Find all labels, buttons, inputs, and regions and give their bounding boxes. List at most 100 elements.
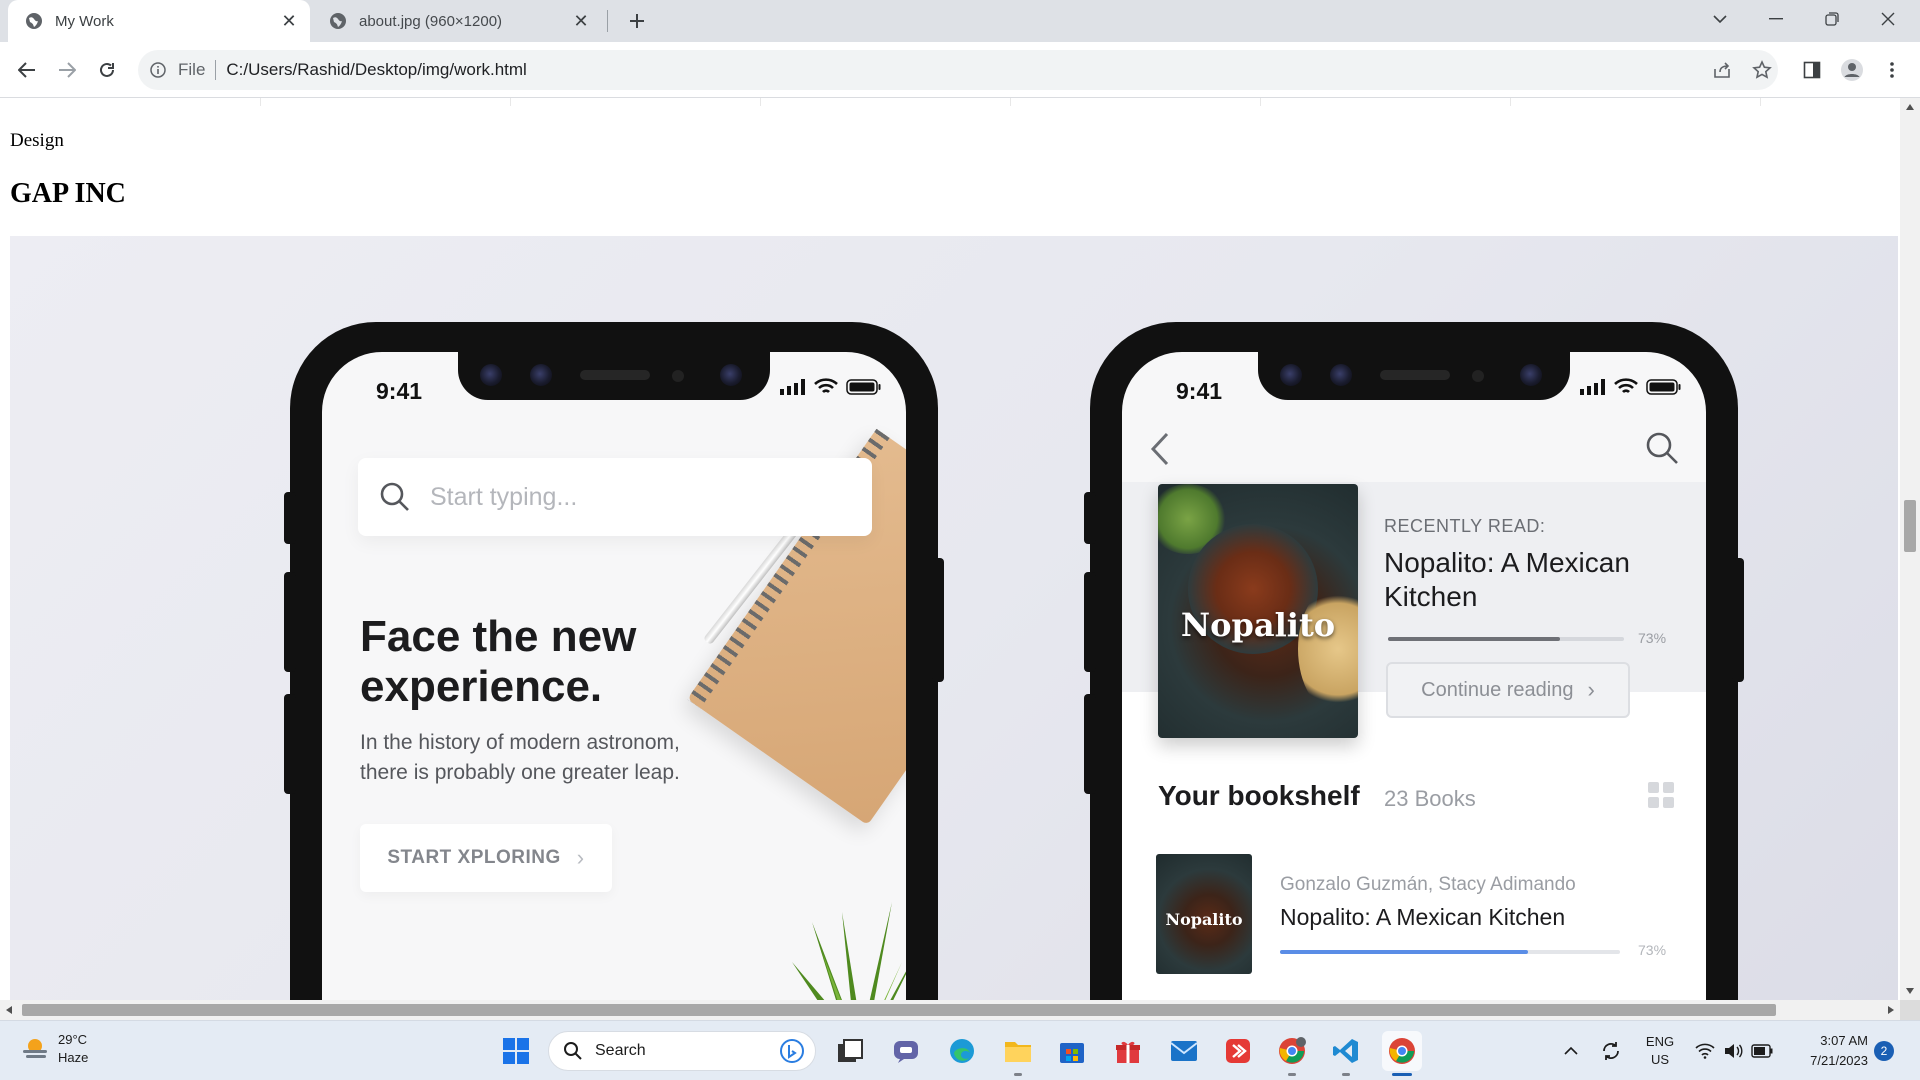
reload-icon[interactable] [91, 54, 123, 86]
page-viewport: Design GAP INC 9:41 Start typing... Face… [0, 98, 1900, 1000]
new-tab-icon[interactable] [622, 6, 652, 36]
search-icon[interactable] [1644, 430, 1680, 466]
kebab-menu-icon[interactable] [1876, 54, 1908, 86]
mail-icon[interactable] [1164, 1031, 1204, 1071]
tab-title: My Work [55, 12, 114, 30]
phone-notch [1258, 352, 1570, 400]
language-code: ENG [1645, 1034, 1675, 1049]
quick-settings[interactable] [1692, 1031, 1776, 1071]
weather-temp: 29°C [58, 1032, 88, 1047]
search-placeholder: Start typing... [430, 482, 578, 511]
reading-progress-bar [1388, 637, 1624, 641]
sync-icon[interactable] [1596, 1031, 1626, 1071]
recently-read-label: RECENTLY READ: [1384, 516, 1546, 536]
horizontal-scrollbar[interactable] [0, 1000, 1900, 1020]
profile-avatar-icon[interactable] [1836, 54, 1868, 86]
status-icons [780, 378, 882, 396]
vertical-scroll-thumb[interactable] [1904, 500, 1916, 552]
book-author: Gonzalo Guzmán, Stacy Adimando [1280, 874, 1576, 895]
wifi-icon [1695, 1043, 1715, 1059]
close-window-icon[interactable] [1860, 0, 1916, 38]
tab-about-jpg[interactable]: about.jpg (960×1200) ✕ [312, 0, 602, 42]
tab-close-icon[interactable]: ✕ [278, 10, 300, 32]
chevron-right-icon: › [1587, 677, 1595, 702]
horizontal-scroll-thumb[interactable] [22, 1004, 1776, 1016]
url-text[interactable]: C:/Users/Rashid/Desktop/img/work.html [226, 60, 526, 80]
search-field[interactable]: Start typing... [358, 458, 872, 536]
file-explorer-icon[interactable] [998, 1031, 1038, 1071]
tab-my-work[interactable]: My Work ✕ [8, 0, 310, 42]
scroll-down-arrow-icon[interactable] [1900, 982, 1920, 1000]
edge-browser-icon[interactable] [942, 1031, 982, 1071]
browser-toolbar: File C:/Users/Rashid/Desktop/img/work.ht… [0, 42, 1920, 98]
weather-widget[interactable]: 29°C Haze [20, 1031, 88, 1067]
battery-charging-icon [1751, 1044, 1773, 1058]
reading-progress-label: 73% [1638, 630, 1667, 646]
project-category: Design [10, 130, 64, 151]
scroll-left-arrow-icon[interactable] [0, 1000, 18, 1020]
bing-chat-icon[interactable] [779, 1038, 805, 1064]
status-time: 9:41 [1176, 378, 1223, 404]
onboarding-headline: Face the new experience. [360, 612, 637, 711]
volume-icon [1725, 1044, 1743, 1058]
chrome-profile-icon[interactable] [1272, 1031, 1312, 1071]
vscode-icon[interactable] [1326, 1031, 1366, 1071]
taskbar-search[interactable]: Search [548, 1031, 816, 1071]
status-time: 9:41 [376, 378, 423, 404]
cover-title: Nopalito [1180, 606, 1336, 644]
notification-badge[interactable]: 2 [1874, 1041, 1894, 1061]
restore-icon[interactable] [1804, 0, 1860, 38]
forward-arrow-icon[interactable] [51, 54, 83, 86]
tab-close-icon[interactable]: ✕ [570, 10, 592, 32]
tab-search-chevron-icon[interactable] [1692, 0, 1748, 38]
remote-app-icon[interactable] [1218, 1031, 1258, 1071]
bookshelf-heading: Your bookshelf [1158, 780, 1360, 811]
teams-chat-icon[interactable] [886, 1031, 926, 1071]
chevron-right-icon: › [576, 845, 585, 870]
book-thumbnail[interactable]: Nopalito [1156, 854, 1252, 974]
onboarding-subtext: In the history of modern astronom, there… [360, 731, 680, 784]
signal-icon [1580, 379, 1605, 395]
running-indicator [1288, 1073, 1296, 1076]
gift-app-icon[interactable] [1108, 1031, 1148, 1071]
side-panel-icon[interactable] [1796, 54, 1828, 86]
grid-view-icon[interactable] [1648, 782, 1674, 808]
system-clock[interactable]: 3:07 AM 7/21/2023 [1780, 1031, 1868, 1071]
running-indicator [1014, 1073, 1022, 1076]
scroll-up-arrow-icon[interactable] [1900, 98, 1920, 116]
book-cover-image[interactable]: Nopalito [1158, 484, 1358, 738]
taskbar-search-label: Search [595, 1042, 646, 1059]
thumbnail-title: Nopalito [1165, 910, 1243, 929]
minimize-icon[interactable] [1748, 0, 1804, 38]
book-progress-fill [1280, 950, 1529, 954]
recent-book-title: Nopalito: A Mexican Kitchen [1384, 547, 1630, 612]
continue-reading-label: Continue reading [1421, 678, 1574, 701]
search-icon [564, 1042, 582, 1060]
signal-icon [780, 379, 805, 395]
project-mockup-image: 9:41 Start typing... Face the new experi… [10, 236, 1898, 1000]
back-chevron-icon[interactable] [1150, 432, 1170, 466]
task-view-icon[interactable] [830, 1031, 870, 1071]
start-exploring-button[interactable]: START XPLORING › [360, 824, 612, 892]
clock-date: 7/21/2023 [1810, 1053, 1868, 1068]
microsoft-store-icon[interactable] [1052, 1031, 1092, 1071]
phone-screen: 9:41 Nopalito RECENTLY READ: Nopalito: A… [1122, 352, 1706, 1000]
input-language-indicator[interactable]: ENG US [1640, 1031, 1680, 1071]
show-hidden-icons-chevron-icon[interactable] [1558, 1031, 1584, 1071]
back-arrow-icon[interactable] [11, 54, 43, 86]
tab-separator [607, 10, 608, 32]
reading-progress-fill [1388, 637, 1561, 641]
info-icon[interactable] [148, 60, 168, 80]
phone-notch [458, 352, 770, 400]
wifi-icon [1614, 378, 1638, 394]
cta-label: START XPLORING [387, 847, 561, 868]
vertical-scrollbar[interactable] [1900, 98, 1920, 1000]
bookmark-star-icon[interactable] [1746, 54, 1778, 86]
address-bar[interactable]: File C:/Users/Rashid/Desktop/img/work.ht… [138, 50, 1778, 90]
chrome-browser-icon[interactable] [1382, 1031, 1422, 1071]
scroll-right-arrow-icon[interactable] [1882, 1000, 1900, 1020]
continue-reading-button[interactable]: Continue reading › [1386, 662, 1630, 718]
windows-taskbar: 29°C Haze Search ENG US 3:07 AM 7/21/202… [0, 1020, 1920, 1080]
windows-start-icon[interactable] [496, 1031, 536, 1071]
share-icon[interactable] [1706, 54, 1738, 86]
